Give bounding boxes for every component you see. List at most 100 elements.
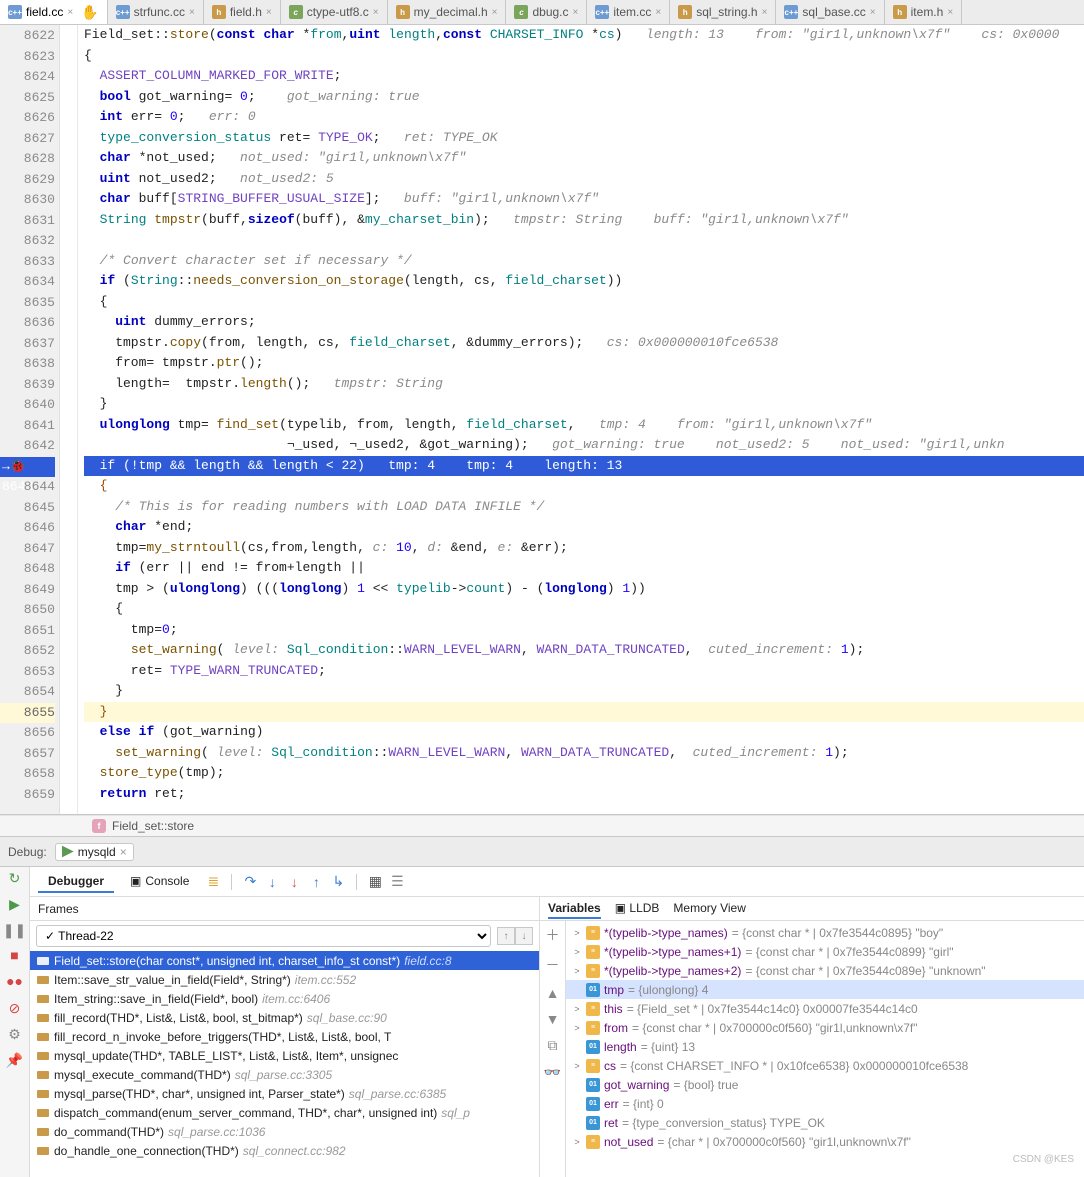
close-icon[interactable]: × [189, 7, 195, 18]
close-icon[interactable]: × [373, 7, 379, 18]
var-kind-icon: ≡ [586, 1059, 600, 1073]
expand-icon[interactable]: > [572, 1004, 582, 1014]
up-icon[interactable]: ▲ [546, 985, 560, 1001]
add-watch-icon[interactable]: ＋ [546, 925, 560, 945]
remove-watch-icon[interactable]: － [546, 955, 560, 975]
close-icon[interactable]: × [266, 7, 272, 18]
tab-item-cc[interactable]: c++item.cc× [587, 0, 670, 24]
thread-select[interactable]: ✓ Thread-22 [36, 925, 491, 947]
breadcrumb-label: Field_set::store [112, 819, 194, 833]
close-icon[interactable]: × [67, 7, 73, 18]
close-icon[interactable]: × [573, 7, 579, 18]
variable-row[interactable]: >≡ from = {const char * | 0x700000c0f560… [566, 1018, 1084, 1037]
tab-field-cc[interactable]: c++field.cc×✋ [0, 0, 108, 24]
frame-down-icon[interactable]: ↓ [515, 927, 533, 945]
force-step-into-icon[interactable]: ↓ [286, 874, 302, 890]
threads-icon[interactable]: ≣ [205, 874, 221, 890]
tab-item-h[interactable]: hitem.h× [885, 0, 963, 24]
debug-label: Debug: [8, 845, 47, 859]
stack-frame[interactable]: mysql_update(THD*, TABLE_LIST*, List&, L… [30, 1046, 539, 1065]
close-icon[interactable]: × [655, 7, 661, 18]
stack-frame[interactable]: mysql_execute_command(THD*) sql_parse.cc… [30, 1065, 539, 1084]
stack-frame[interactable]: dispatch_command(enum_server_command, TH… [30, 1103, 539, 1122]
variables-tree[interactable]: >≡ *(typelib->type_names) = {const char … [566, 921, 1084, 1177]
stack-frame[interactable]: fill_record_n_invoke_before_triggers(THD… [30, 1027, 539, 1046]
expand-icon[interactable]: > [572, 1137, 582, 1147]
variable-row[interactable]: >≡ *(typelib->type_names) = {const char … [566, 923, 1084, 942]
tab-ctype-utf8-c[interactable]: cctype-utf8.c× [281, 0, 388, 24]
rerun-icon[interactable]: ↻ [7, 871, 23, 887]
code-editor[interactable]: 8622862386248625862686278628862986308631… [0, 25, 1084, 815]
cpp-file-icon: c++ [116, 5, 130, 19]
expand-icon[interactable]: > [572, 928, 582, 938]
view-breakpoints-icon[interactable]: ●● [7, 975, 23, 991]
stack-frame[interactable]: fill_record(THD*, List&, List&, bool, st… [30, 1008, 539, 1027]
c-file-icon: c [514, 5, 528, 19]
variable-row[interactable]: >≡ cs = {const CHARSET_INFO * | 0x10fce6… [566, 1056, 1084, 1075]
pause-icon[interactable]: ❚❚ [7, 923, 23, 939]
evaluate-icon[interactable]: ▦ [367, 874, 383, 890]
tab-dbug-c[interactable]: cdbug.c× [506, 0, 587, 24]
variable-row[interactable]: 01 tmp = {ulonglong} 4 [566, 980, 1084, 999]
down-icon[interactable]: ▼ [546, 1011, 560, 1027]
variable-row[interactable]: 01 got_warning = {bool} true [566, 1075, 1084, 1094]
stack-frame[interactable]: Item_string::save_in_field(Field*, bool)… [30, 989, 539, 1008]
expand-icon[interactable]: > [572, 1023, 582, 1033]
more-icon[interactable]: ☰ [389, 874, 405, 890]
stack-frame[interactable]: do_handle_one_connection(THD*) sql_conne… [30, 1141, 539, 1160]
step-out-icon[interactable]: ↑ [308, 874, 324, 890]
stop-icon[interactable]: ■ [7, 949, 23, 965]
pin-icon[interactable]: 📌 [7, 1053, 23, 1069]
tab-variables[interactable]: Variables [548, 899, 601, 919]
expand-icon[interactable]: > [572, 966, 582, 976]
frame-up-icon[interactable]: ↑ [497, 927, 515, 945]
debug-config[interactable]: mysqld × [55, 843, 134, 861]
expand-icon[interactable]: > [572, 1061, 582, 1071]
expand-icon[interactable]: > [572, 947, 582, 957]
call-stack[interactable]: Field_set::store(char const*, unsigned i… [30, 951, 539, 1177]
close-icon[interactable]: × [762, 7, 768, 18]
run-to-cursor-icon[interactable]: ↳ [330, 874, 346, 890]
var-kind-icon: ≡ [586, 945, 600, 959]
tab-sql_string-h[interactable]: hsql_string.h× [670, 0, 776, 24]
tab-my_decimal-h[interactable]: hmy_decimal.h× [388, 0, 507, 24]
step-into-icon[interactable]: ↓ [264, 874, 280, 890]
settings-icon[interactable]: ⚙ [7, 1027, 23, 1043]
close-icon[interactable]: × [870, 7, 876, 18]
tab-memory[interactable]: Memory View [673, 899, 745, 919]
resume-icon[interactable]: ▶ [7, 897, 23, 913]
glasses-icon[interactable]: 👓 [544, 1064, 561, 1081]
tab-field-h[interactable]: hfield.h× [204, 0, 281, 24]
breadcrumb[interactable]: f Field_set::store [0, 815, 1084, 837]
tab-sql_base-cc[interactable]: c++sql_base.cc× [776, 0, 884, 24]
var-kind-icon: 01 [586, 1040, 600, 1054]
close-icon[interactable]: × [492, 7, 498, 18]
stack-frame[interactable]: do_command(THD*) sql_parse.cc:1036 [30, 1122, 539, 1141]
stack-frame[interactable]: mysql_parse(THD*, char*, unsigned int, P… [30, 1084, 539, 1103]
code-area[interactable]: Field_set::store(const char *from,uint l… [78, 25, 1084, 814]
debug-header: Debug: mysqld × [0, 837, 1084, 867]
fold-column[interactable] [60, 25, 78, 814]
close-icon[interactable]: × [120, 845, 127, 859]
copy-icon[interactable]: ⧉ [548, 1037, 558, 1054]
variable-row[interactable]: >≡ not_used = {char * | 0x700000c0f560} … [566, 1132, 1084, 1151]
h-file-icon: h [212, 5, 226, 19]
variable-row[interactable]: 01 err = {int} 0 [566, 1094, 1084, 1113]
tab-lldb[interactable]: ▣ LLDB [615, 899, 660, 919]
var-kind-icon: ≡ [586, 926, 600, 940]
stack-frame[interactable]: Item::save_str_value_in_field(Field*, St… [30, 970, 539, 989]
tab-console[interactable]: ▣Console [120, 871, 199, 893]
variables-panel: Variables ▣ LLDB Memory View ＋ － ▲ ▼ ⧉ 👓… [540, 897, 1084, 1177]
step-over-icon[interactable]: ↷ [242, 874, 258, 890]
variable-row[interactable]: 01 ret = {type_conversion_status} TYPE_O… [566, 1113, 1084, 1132]
stack-frame[interactable]: Field_set::store(char const*, unsigned i… [30, 951, 539, 970]
variable-row[interactable]: >≡ this = {Field_set * | 0x7fe3544c14c0}… [566, 999, 1084, 1018]
variable-row[interactable]: >≡ *(typelib->type_names+2) = {const cha… [566, 961, 1084, 980]
variable-row[interactable]: 01 length = {uint} 13 [566, 1037, 1084, 1056]
run-icon [62, 846, 74, 858]
mute-breakpoints-icon[interactable]: ⊘ [7, 1001, 23, 1017]
tab-strfunc-cc[interactable]: c++strfunc.cc× [108, 0, 204, 24]
variable-row[interactable]: >≡ *(typelib->type_names+1) = {const cha… [566, 942, 1084, 961]
close-icon[interactable]: × [947, 7, 953, 18]
tab-debugger[interactable]: Debugger [38, 871, 114, 893]
